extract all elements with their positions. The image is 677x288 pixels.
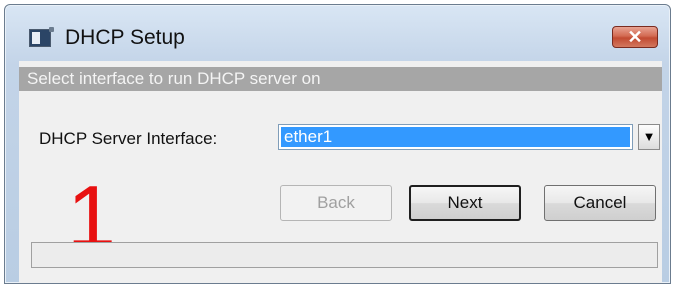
interface-select-value[interactable]: ether1 <box>281 127 630 147</box>
close-button[interactable]: ✕ <box>612 26 658 48</box>
app-window-icon <box>29 27 54 47</box>
interface-label: DHCP Server Interface: <box>39 129 218 148</box>
window-title: DHCP Setup <box>65 26 185 49</box>
title-bar[interactable]: DHCP Setup ✕ <box>5 5 670 51</box>
status-bar <box>31 242 658 268</box>
interface-select[interactable]: ether1 <box>278 124 633 150</box>
dialog-body: Select interface to run DHCP server on D… <box>19 61 662 283</box>
dropdown-arrow-icon[interactable]: ▼ <box>638 124 660 150</box>
cancel-button[interactable]: Cancel <box>544 185 656 221</box>
instruction-banner: Select interface to run DHCP server on <box>19 67 662 91</box>
back-button[interactable]: Back <box>280 185 392 221</box>
dhcp-setup-window: DHCP Setup ✕ Select interface to run DHC… <box>4 4 671 284</box>
next-button[interactable]: Next <box>409 185 521 221</box>
